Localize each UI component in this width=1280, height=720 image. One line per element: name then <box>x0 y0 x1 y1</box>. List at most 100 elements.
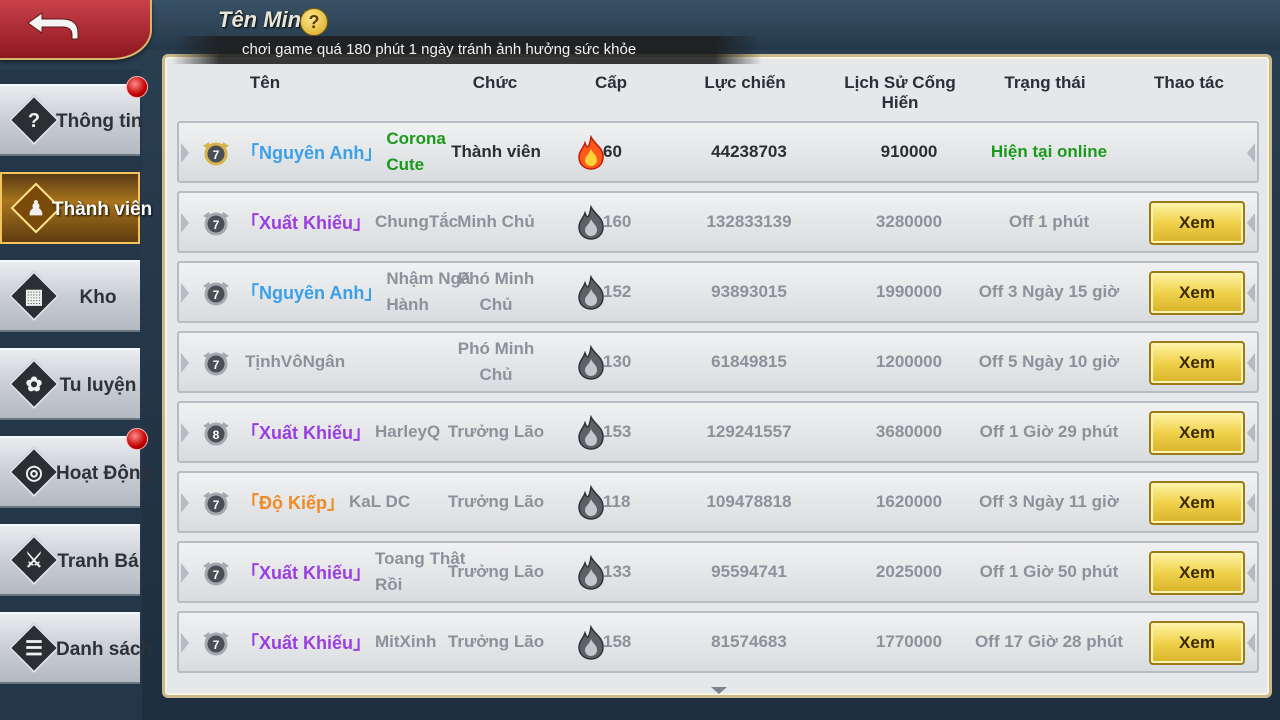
rank-medal-icon: 7 <box>203 142 229 166</box>
table-row: 8 「Xuất Khiếu」 HarleyQ Trưởng Lão 153 1292415… <box>177 401 1259 463</box>
member-role: Trưởng Lão <box>447 562 545 581</box>
rank-number: 7 <box>213 288 220 302</box>
row-right-ornament <box>1247 633 1255 653</box>
realm-tag: 「Xuất Khiếu」 <box>241 563 372 583</box>
rank-medal-icon: 7 <box>203 562 229 586</box>
sidebar-item-label: Thành viên <box>52 199 153 220</box>
sidebar-item-label: Tranh Bá <box>57 551 139 572</box>
row-left-ornament <box>181 283 189 303</box>
row-right-ornament <box>1247 283 1255 303</box>
header-role: Chức <box>472 73 518 92</box>
sword-icon: ⚔ <box>25 550 43 572</box>
table-row: 7 TịnhVôNgân Phó Minh Chủ 130 61849815 120000… <box>177 331 1259 393</box>
back-arrow-icon <box>27 12 79 40</box>
member-role: Thành viên <box>451 142 541 161</box>
member-power: 109478818 <box>706 492 792 511</box>
row-left-ornament <box>181 213 189 233</box>
rank-medal-icon: 7 <box>203 492 229 516</box>
sidebar-item-2[interactable]: ▦ Kho <box>0 260 140 332</box>
realm-tag: 「Nguyên Anh」 <box>241 283 383 303</box>
sidebar-item-0[interactable]: ? Thông tin <box>0 84 143 156</box>
realm-tag: 「Nguyên Anh」 <box>241 143 383 163</box>
rank-medal-icon: 7 <box>203 352 229 376</box>
scroll-down-icon[interactable] <box>711 687 727 694</box>
row-left-ornament <box>181 563 189 583</box>
header-name: Tên <box>249 73 281 92</box>
table-row: 7 「Xuất Khiếu」 Toang Thật Rồi Trưởng Lão 133… <box>177 541 1259 603</box>
member-level: 118 <box>603 492 631 511</box>
view-member-button[interactable]: Xem <box>1149 271 1245 315</box>
member-role: Trưởng Lão <box>447 492 545 511</box>
members-icon: ♟ <box>27 198 45 220</box>
row-right-ornament <box>1247 423 1255 443</box>
list-icon: ☰ <box>25 638 43 660</box>
header-action: Thao tác <box>1154 73 1224 92</box>
sidebar-item-5[interactable]: ⚔ Tranh Bá <box>0 524 140 596</box>
view-member-button[interactable]: Xem <box>1149 411 1245 455</box>
row-left-ornament <box>181 633 189 653</box>
member-status: Off 3 Ngày 15 giờ <box>978 282 1120 301</box>
member-level: 158 <box>603 632 632 651</box>
member-level: 160 <box>603 212 632 231</box>
member-name: KaL DC <box>349 492 411 511</box>
member-level: 60 <box>603 142 622 161</box>
realm-tag: 「Xuất Khiếu」 <box>241 213 372 233</box>
rank-medal-icon: 7 <box>203 632 229 656</box>
member-contribution: 910000 <box>880 142 938 161</box>
member-status: Off 17 Giờ 28 phút <box>974 632 1124 651</box>
member-status: Off 3 Ngày 11 giờ <box>979 492 1119 511</box>
view-member-button[interactable]: Xem <box>1149 621 1245 665</box>
back-button[interactable] <box>0 0 152 60</box>
notification-dot <box>126 76 148 98</box>
rank-number: 7 <box>213 218 220 232</box>
view-member-button[interactable]: Xem <box>1149 551 1245 595</box>
member-name: TịnhVôNgân <box>245 352 346 371</box>
member-contribution: 3680000 <box>875 422 943 441</box>
member-contribution: 1200000 <box>875 352 943 371</box>
member-power: 61849815 <box>711 352 787 371</box>
question-icon: ? <box>27 110 41 132</box>
member-status: Hiện tại online <box>990 142 1108 161</box>
view-member-button[interactable]: Xem <box>1149 201 1245 245</box>
sidebar-item-3[interactable]: ✿ Tu luyện <box>0 348 140 420</box>
sidebar-item-4[interactable]: ◎ Hoạt Động <box>0 436 153 508</box>
sidebar-item-6[interactable]: ☰ Danh sách <box>0 612 153 684</box>
member-power: 95594741 <box>711 562 787 581</box>
rank-number: 7 <box>213 498 220 512</box>
sidebar-item-1[interactable]: ♟ Thành viên <box>0 172 153 244</box>
rank-number: 8 <box>213 428 220 442</box>
member-role: Trưởng Lão <box>447 422 545 441</box>
rank-number: 7 <box>213 638 220 652</box>
row-right-ornament <box>1247 213 1255 233</box>
member-role: Minh Chủ <box>457 212 535 231</box>
sidebar-item-label: Kho <box>79 287 117 308</box>
member-contribution: 1990000 <box>875 282 943 301</box>
member-power: 93893015 <box>711 282 787 301</box>
rank-medal-icon: 8 <box>203 422 229 446</box>
member-role: Trưởng Lão <box>447 632 545 651</box>
sidebar-item-label: Thông tin <box>56 111 143 132</box>
member-name: HarleyQ <box>375 422 441 441</box>
member-panel: Tên Chức Cấp Lực chiến Lịch Sử Cống Hiến… <box>162 54 1272 698</box>
row-right-ornament <box>1247 493 1255 513</box>
realm-tag: 「Xuất Khiếu」 <box>241 423 372 443</box>
help-button[interactable]: ? <box>300 8 328 36</box>
rank-number: 7 <box>213 148 220 162</box>
member-contribution: 1620000 <box>875 492 943 511</box>
health-notice: chơi game quá 180 phút 1 ngày tránh ảnh … <box>172 36 762 64</box>
member-level: 153 <box>603 422 632 441</box>
sidebar-item-label: Danh sách <box>56 639 153 660</box>
member-contribution: 3280000 <box>875 212 943 231</box>
member-power: 81574683 <box>711 632 787 651</box>
member-power: 129241557 <box>706 422 792 441</box>
sidebar-item-label: Hoạt Động <box>56 463 153 484</box>
member-contribution: 1770000 <box>875 632 943 651</box>
rank-medal-icon: 7 <box>203 212 229 236</box>
member-level: 152 <box>603 282 632 301</box>
member-name: MitXinh <box>375 632 437 651</box>
view-member-button[interactable]: Xem <box>1149 481 1245 525</box>
activity-icon: ◎ <box>25 462 43 484</box>
view-member-button[interactable]: Xem <box>1149 341 1245 385</box>
warehouse-icon: ▦ <box>24 286 44 308</box>
table-row: 7 「Nguyên Anh」 Corona Cute Thành viên 60 4423… <box>177 121 1259 183</box>
